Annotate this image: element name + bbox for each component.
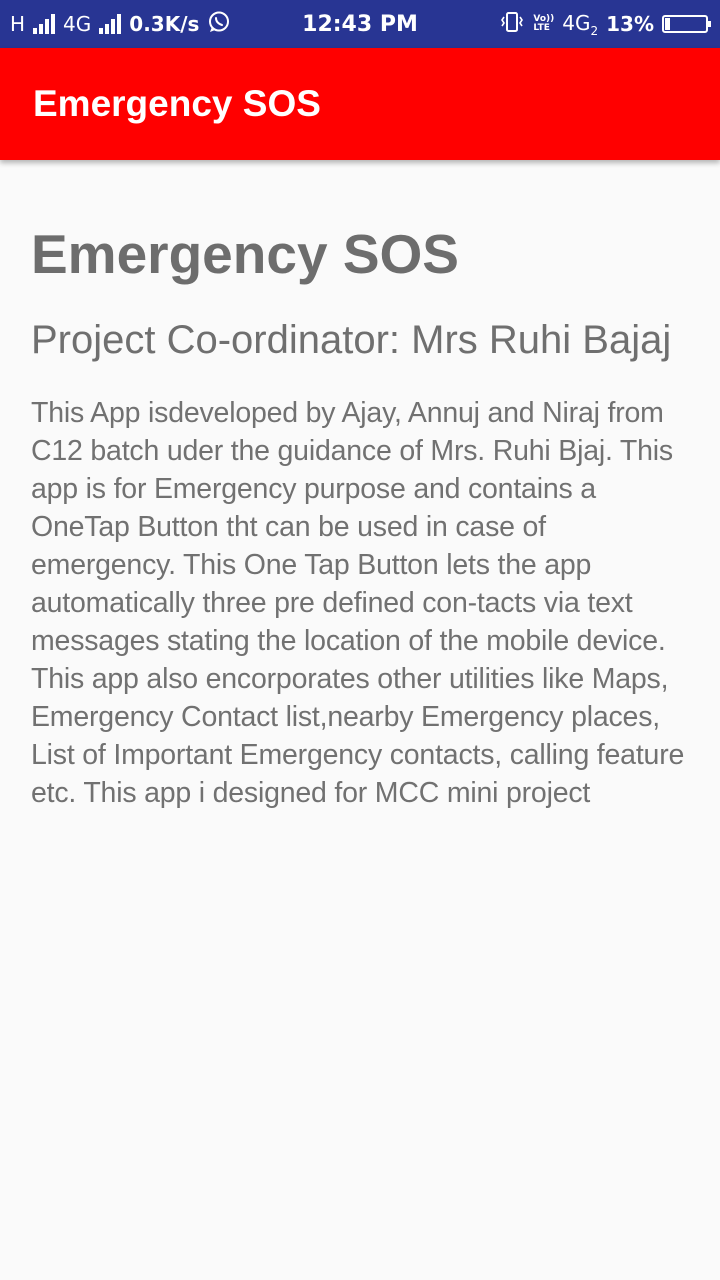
page-heading: Emergency SOS [31,223,459,285]
network-type-3: 4G2 [562,11,598,38]
battery-icon [662,15,711,33]
signal-icon [33,14,56,34]
whatsapp-icon [207,10,231,39]
network-type-1: H [10,12,26,36]
network-type-2: 4G [63,12,92,36]
status-left-group: H 4G 0.3K/s [10,0,231,48]
app-description: This App isdeveloped by Ajay, Annuj and … [31,397,685,809]
about-content: Emergency SOS Project Co-ordinator: Mrs … [0,160,720,812]
volte-bottom-label: LTE [533,23,550,33]
status-right-group: Vo)) LTE 4G2 13% [499,0,711,48]
sim-index: 2 [590,23,599,38]
status-bar: H 4G 0.3K/s 12:43 PM Vo)) LTE 4G2 13% [0,0,720,48]
app-title: Emergency SOS [33,83,321,124]
vibrate-icon [499,11,525,38]
app-bar: Emergency SOS [0,48,720,160]
volte-indicator: Vo)) LTE [533,15,554,33]
network-type-3-label: 4G [562,10,591,35]
project-coordinator: Project Co-ordinator: Mrs Ruhi Bajaj [31,318,672,362]
battery-fill [665,18,671,30]
battery-percent: 13% [606,12,654,36]
network-speed: 0.3K/s [129,12,200,36]
signal-icon [99,14,122,34]
